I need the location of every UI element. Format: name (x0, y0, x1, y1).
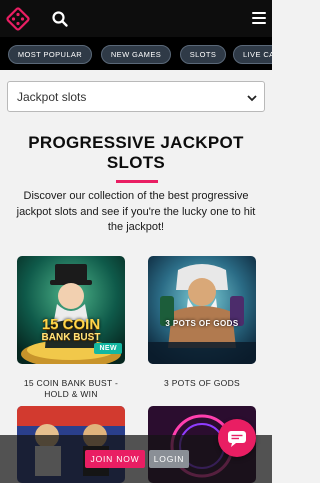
game-category-select[interactable]: Jackpot slots (7, 81, 265, 112)
tab-most-popular[interactable]: MOST POPULAR (8, 45, 92, 64)
tab-live-casino[interactable]: LIVE CA (233, 45, 272, 64)
game-tile-3-pots-of-gods[interactable]: 3 POTS OF GODS (148, 256, 256, 364)
title-divider (116, 180, 158, 183)
join-now-button[interactable]: JOIN NOW (85, 450, 145, 468)
page-title: PROGRESSIVE JACKPOT SLOTS (0, 133, 272, 173)
dice-logo-icon[interactable] (6, 7, 30, 31)
game-name-3-pots-of-gods[interactable]: 3 POTS OF GODS (144, 378, 260, 389)
hamburger-menu-icon[interactable] (252, 12, 266, 25)
game-art-title: 3 POTS OF GODS (165, 319, 239, 328)
top-bar (0, 0, 272, 37)
new-badge: NEW (94, 343, 122, 354)
game-name-15-coin-bank-bust[interactable]: 15 COIN BANK BUST - HOLD & WIN (13, 378, 129, 400)
game-tile-15-coin-bank-bust[interactable]: 15 COIN BANK BUST NEW (17, 256, 125, 364)
login-button[interactable]: LOGIN (149, 450, 189, 468)
chat-bubble-icon[interactable] (218, 419, 256, 457)
category-nav: MOST POPULAR NEW GAMES SLOTS LIVE CA (0, 37, 272, 70)
page-title-line-2: SLOTS (106, 153, 166, 172)
intro-text: Discover our collection of the best prog… (16, 190, 256, 233)
tab-new-games[interactable]: NEW GAMES (101, 45, 171, 64)
page-title-line-1: PROGRESSIVE JACKPOT (28, 133, 244, 152)
game-art-title: 15 COIN (41, 316, 101, 333)
select-value: Jackpot slots (17, 90, 87, 104)
chevron-down-icon (246, 91, 258, 103)
search-icon[interactable] (51, 10, 69, 28)
game-art-subtitle: BANK BUST (41, 332, 101, 343)
tab-slots[interactable]: SLOTS (180, 45, 226, 64)
